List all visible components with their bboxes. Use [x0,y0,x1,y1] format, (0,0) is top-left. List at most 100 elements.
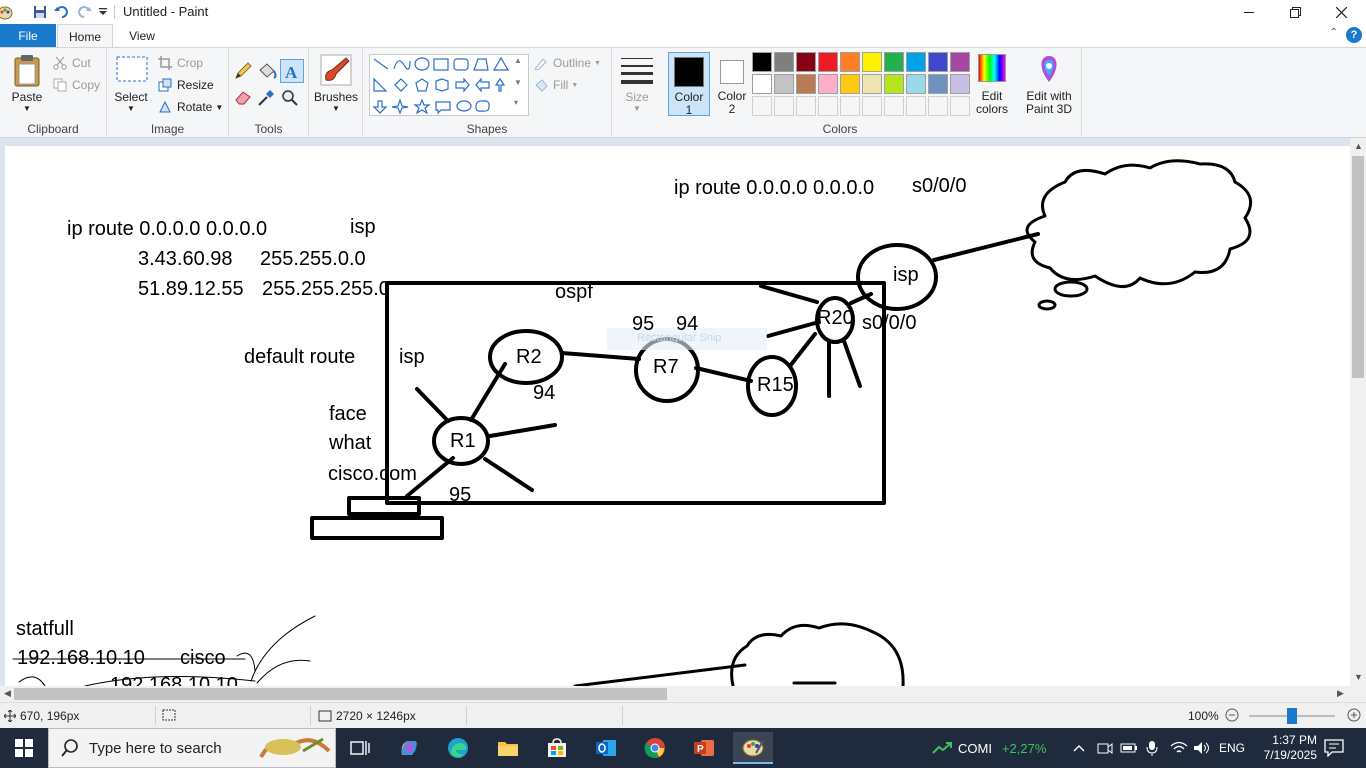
custom-color-slot[interactable] [906,96,926,116]
brushes-button[interactable]: Brushes ▼ [314,54,358,118]
color1-button[interactable]: Color 1 [668,52,710,117]
custom-color-slot[interactable] [796,96,816,116]
stock-widget[interactable]: COMI +2,27% [932,728,1046,768]
eraser-icon[interactable] [234,89,254,109]
paint-taskbar-icon[interactable] [733,732,773,764]
battery-icon[interactable] [1120,728,1138,768]
microsoft-store-icon[interactable] [537,732,577,764]
palette-swatch[interactable] [884,74,904,94]
rotate-button[interactable]: Rotate ▼ [157,97,223,117]
outline-button[interactable]: Outline ▼ [533,53,601,73]
shapes-expand-icon[interactable]: ▾ [514,98,518,107]
palette-swatch[interactable] [928,74,948,94]
palette-swatch[interactable] [950,74,970,94]
chrome-icon[interactable] [635,732,675,764]
copy-button[interactable]: Copy [52,75,100,95]
horizontal-scrollbar[interactable]: ◀ ▶ [0,686,1350,702]
custom-color-slot[interactable] [862,96,882,116]
edit-colors-button[interactable]: Edit colors [972,52,1012,118]
network-wifi-icon[interactable] [1170,728,1188,768]
rotate-dropdown-icon[interactable]: ▼ [215,103,223,112]
palette-swatch[interactable] [862,52,882,72]
custom-color-slot[interactable] [774,96,794,116]
paste-dropdown-icon[interactable]: ▼ [6,104,48,113]
magnifier-icon[interactable] [281,89,301,109]
shapes-scroll-down-icon[interactable]: ▼ [514,78,522,87]
custom-color-slot[interactable] [884,96,904,116]
select-dropdown-icon[interactable]: ▼ [113,104,149,113]
save-icon[interactable] [31,3,49,21]
palette-swatch[interactable] [796,52,816,72]
shapes-scroll-up-icon[interactable]: ▲ [514,56,522,65]
palette-swatch[interactable] [774,74,794,94]
palette-swatch[interactable] [950,52,970,72]
vertical-scroll-thumb[interactable] [1352,156,1364,378]
taskbar-search-box[interactable]: Type here to search [48,728,336,768]
powerpoint-icon[interactable]: P [684,732,724,764]
scroll-left-icon[interactable]: ◀ [4,688,11,699]
palette-swatch[interactable] [752,52,772,72]
undo-icon[interactable] [53,3,71,21]
paste-button[interactable]: Paste ▼ [6,52,48,113]
show-hidden-icons[interactable] [1073,728,1085,768]
fill-button[interactable]: Fill ▼ [533,75,578,95]
help-icon[interactable]: ? [1346,27,1362,43]
customize-toolbar-icon[interactable] [94,3,112,21]
palette-swatch[interactable] [818,52,838,72]
tab-view[interactable]: View [114,24,170,47]
palette-swatch[interactable] [752,74,772,94]
custom-color-slot[interactable] [840,96,860,116]
minimize-button[interactable] [1226,0,1272,24]
custom-color-slot[interactable] [752,96,772,116]
shapes-gallery[interactable] [369,54,529,116]
horizontal-scroll-thumb[interactable] [14,688,667,700]
fill-dropdown-icon[interactable]: ▼ [571,82,578,89]
copilot-icon[interactable] [389,732,429,764]
palette-swatch[interactable] [906,74,926,94]
palette-swatch[interactable] [906,52,926,72]
zoom-in-icon[interactable] [1347,708,1361,722]
custom-color-slot[interactable] [950,96,970,116]
palette-swatch[interactable] [774,52,794,72]
notifications-icon[interactable] [1324,728,1344,768]
resize-button[interactable]: Resize [157,75,214,95]
windows-start-icon[interactable] [4,732,44,764]
color-picker-icon[interactable] [257,89,277,109]
brushes-dropdown-icon[interactable]: ▼ [314,104,358,113]
maximize-button[interactable] [1272,0,1318,24]
color2-button[interactable]: Color 2 [712,52,752,116]
close-button[interactable] [1318,0,1364,24]
drawing-canvas[interactable]: ip route 0.0.0.0 0.0.0.0 s0/0/0 ip route… [5,146,1350,686]
select-button[interactable]: Select ▼ [113,52,149,114]
cut-button[interactable]: Cut [52,53,91,73]
zoom-out-icon[interactable] [1225,708,1239,722]
collapse-ribbon-icon[interactable]: ⌃ [1330,27,1338,38]
edit-with-paint3d-button[interactable]: Edit with Paint 3D [1018,52,1080,118]
palette-swatch[interactable] [862,74,882,94]
volume-icon[interactable] [1193,728,1211,768]
tab-file[interactable]: File [0,24,56,47]
palette-swatch[interactable] [884,52,904,72]
custom-color-slot[interactable] [928,96,948,116]
edge-browser-icon[interactable] [438,732,478,764]
palette-swatch[interactable] [928,52,948,72]
outline-dropdown-icon[interactable]: ▼ [594,60,601,67]
text-tool-icon[interactable]: A [280,59,304,83]
scroll-right-icon[interactable]: ▶ [1337,688,1344,699]
file-explorer-icon[interactable] [488,732,528,764]
crop-button[interactable]: Crop [157,53,203,73]
scroll-up-icon[interactable]: ▲ [1354,141,1363,151]
task-view-icon[interactable] [340,732,380,764]
pencil-icon[interactable] [234,62,254,82]
microphone-icon[interactable] [1146,728,1158,768]
tab-home[interactable]: Home [57,24,113,48]
scroll-down-icon[interactable]: ▼ [1354,672,1363,682]
palette-swatch[interactable] [818,74,838,94]
palette-swatch[interactable] [840,52,860,72]
palette-swatch[interactable] [796,74,816,94]
input-language[interactable]: ENG [1219,728,1245,768]
clock[interactable]: 1:37 PM 7/19/2025 [1257,728,1317,768]
zoom-slider-thumb[interactable] [1287,708,1297,724]
palette-swatch[interactable] [840,74,860,94]
vertical-scrollbar[interactable]: ▲ ▼ [1350,138,1366,686]
